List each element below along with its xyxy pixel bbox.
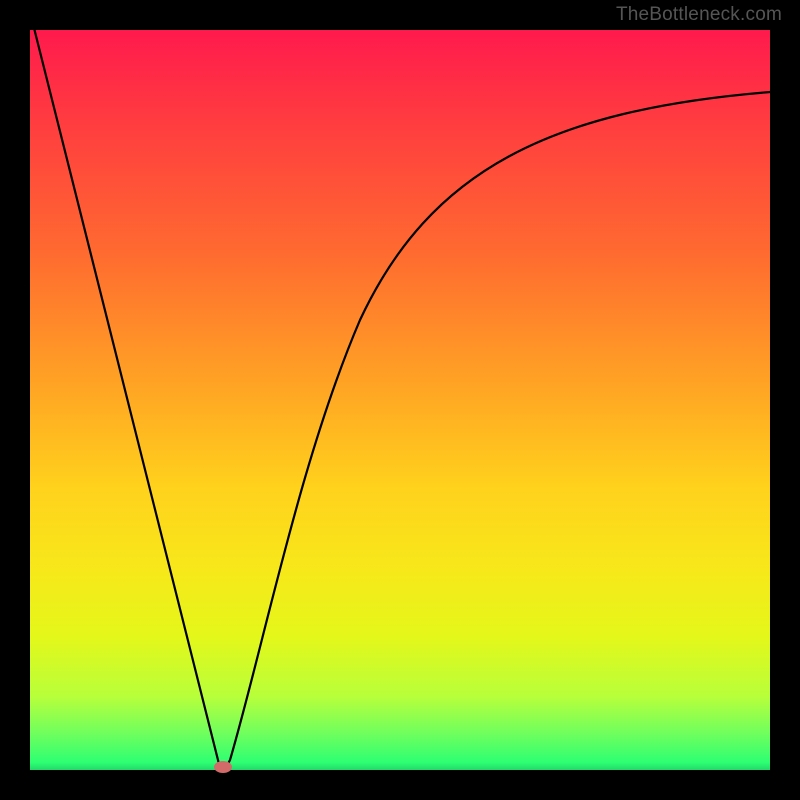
watermark-text: TheBottleneck.com bbox=[616, 4, 782, 26]
plot-area bbox=[30, 30, 770, 770]
curve-path bbox=[32, 20, 770, 769]
minimum-marker bbox=[214, 761, 232, 773]
line-curve bbox=[30, 30, 770, 770]
chart-frame: TheBottleneck.com bbox=[0, 0, 800, 800]
